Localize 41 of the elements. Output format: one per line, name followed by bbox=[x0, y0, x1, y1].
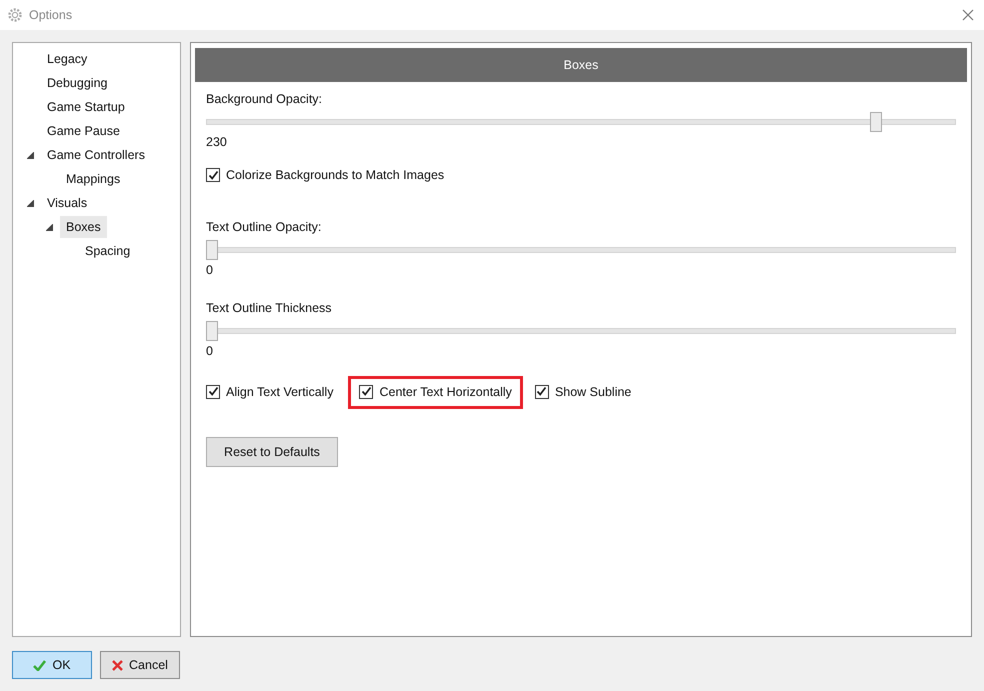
checkbox-option[interactable]: Align Text Vertically bbox=[206, 384, 334, 398]
ok-button[interactable]: OK bbox=[12, 651, 92, 679]
slider-thumb[interactable] bbox=[206, 240, 218, 260]
expand-triangle-icon[interactable] bbox=[46, 224, 53, 230]
checkbox[interactable] bbox=[206, 168, 220, 182]
tree-item[interactable]: Legacy bbox=[41, 48, 94, 70]
expand-triangle-icon[interactable] bbox=[27, 152, 34, 158]
checkbox-option[interactable]: Show Subline bbox=[534, 384, 632, 398]
checkbox[interactable] bbox=[206, 384, 220, 398]
slider[interactable] bbox=[206, 320, 956, 340]
panel-header: Boxes bbox=[195, 48, 967, 82]
gear-icon bbox=[8, 8, 22, 22]
expand-triangle-icon[interactable] bbox=[27, 200, 34, 206]
tree-item[interactable]: Game Startup bbox=[41, 96, 131, 118]
slider-value: 0 bbox=[206, 262, 214, 278]
tree-item[interactable]: Debugging bbox=[41, 72, 114, 94]
slider-thumb[interactable] bbox=[870, 112, 882, 132]
checkbox-option[interactable]: Center Text Horizontally bbox=[359, 384, 512, 398]
tree-item[interactable]: Boxes bbox=[60, 216, 107, 238]
slider-thumb[interactable] bbox=[206, 320, 218, 340]
checkmark-icon bbox=[33, 660, 46, 670]
tree-item[interactable]: Game Pause bbox=[41, 120, 126, 142]
slider-value: 0 bbox=[206, 344, 214, 360]
slider-label: Text Outline Opacity: bbox=[206, 220, 322, 236]
slider-value: 230 bbox=[206, 135, 228, 151]
slider-label: Text Outline Thickness bbox=[206, 300, 333, 316]
slider[interactable] bbox=[206, 112, 956, 132]
slider-label: Background Opacity: bbox=[206, 92, 324, 108]
checkbox[interactable] bbox=[534, 384, 549, 398]
window-title: Options bbox=[29, 8, 74, 22]
close-icon bbox=[112, 660, 124, 670]
cancel-button[interactable]: Cancel bbox=[100, 651, 180, 679]
tree-item[interactable]: Spacing bbox=[79, 240, 136, 262]
tree-item[interactable]: Mappings bbox=[60, 168, 126, 190]
checkbox[interactable] bbox=[359, 384, 374, 398]
close-icon[interactable] bbox=[962, 9, 974, 21]
tree-item[interactable]: Game Controllers bbox=[41, 144, 151, 166]
reset-button[interactable]: Reset to Defaults bbox=[206, 437, 338, 467]
tree-item[interactable]: Visuals bbox=[41, 192, 94, 214]
checkbox-option[interactable]: Colorize Backgrounds to Match Images bbox=[206, 168, 444, 182]
slider[interactable] bbox=[206, 240, 956, 260]
